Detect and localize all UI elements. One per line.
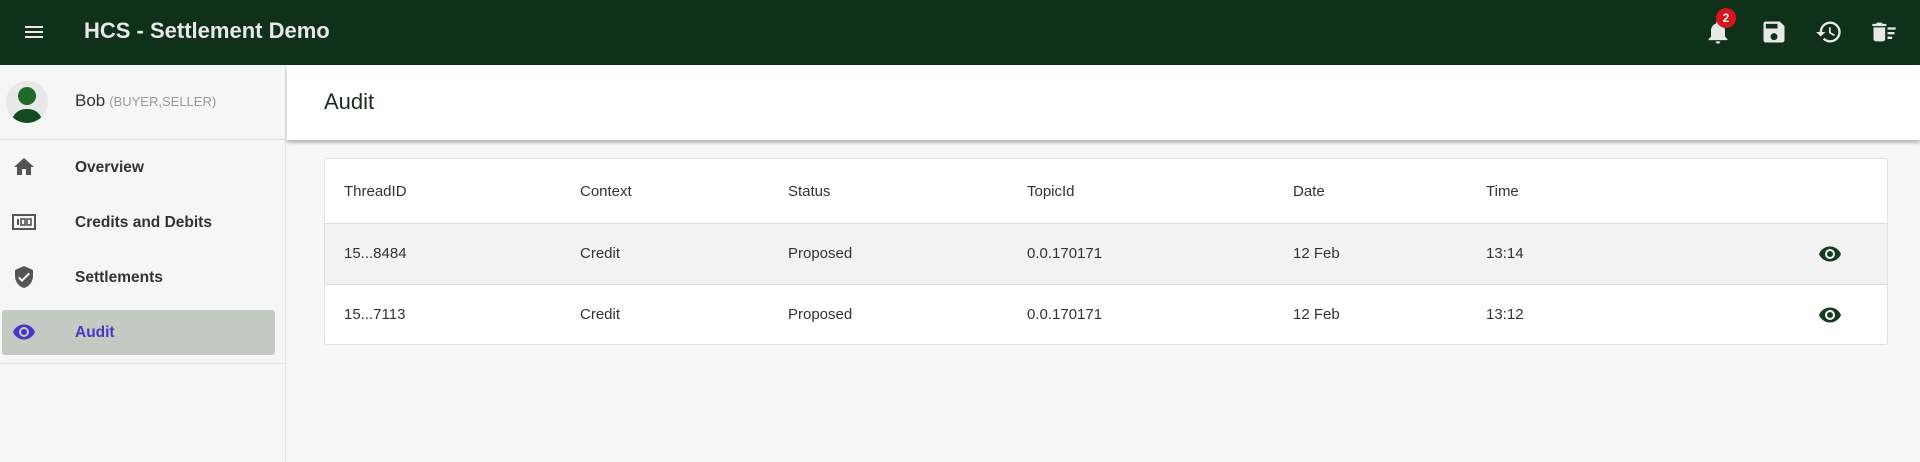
app-title: HCS - Settlement Demo — [84, 18, 330, 43]
verified-shield-icon — [15, 266, 33, 288]
table-row[interactable]: 15...7113 Credit Proposed 0.0.170171 12 … — [325, 285, 1887, 346]
cell-thread-id: 15...8484 — [344, 245, 407, 262]
sidebar-item-credits-and-debits[interactable]: Credits and Debits — [0, 195, 285, 250]
user-name-text: Bob — [75, 91, 106, 110]
save-icon[interactable] — [1760, 18, 1788, 46]
page-title: Audit — [324, 89, 375, 114]
column-header: Status — [788, 183, 831, 200]
cell-date: 12 Feb — [1293, 245, 1340, 262]
column-header: Date — [1293, 183, 1325, 200]
user-name: Bob (BUYER,SELLER) — [75, 91, 216, 111]
cell-time: 13:12 — [1486, 306, 1524, 323]
user-roles: (BUYER,SELLER) — [109, 94, 217, 109]
view-eye-icon[interactable] — [1818, 242, 1842, 266]
sidebar-item-audit[interactable]: Audit — [2, 310, 275, 355]
sidebar-item-overview[interactable]: Overview — [0, 140, 285, 195]
cell-thread-id: 15...7113 — [344, 306, 406, 323]
cell-context: Credit — [580, 306, 621, 323]
notification-badge: 2 — [1716, 8, 1736, 28]
view-eye-icon[interactable] — [1818, 303, 1842, 327]
cell-context: Credit — [580, 245, 621, 262]
eye-icon — [13, 324, 35, 340]
cell-status: Proposed — [788, 245, 853, 262]
page-header: Audit — [287, 65, 1920, 140]
sidebar-item-label: Overview — [75, 158, 144, 176]
cell-date: 12 Feb — [1293, 306, 1340, 323]
user-profile: Bob (BUYER,SELLER) — [0, 65, 285, 140]
avatar — [6, 81, 48, 123]
sidebar-divider — [0, 363, 286, 364]
sidebar-item-label: Audit — [75, 323, 115, 341]
column-header: TopicId — [1027, 183, 1075, 200]
cell-status: Proposed — [788, 306, 853, 323]
sidebar-item-label: Credits and Debits — [75, 213, 212, 231]
column-header: Time — [1486, 183, 1519, 200]
money-icon — [12, 214, 36, 230]
column-header: Context — [580, 183, 632, 200]
cell-time: 13:14 — [1486, 245, 1524, 262]
history-icon[interactable] — [1815, 18, 1843, 46]
home-icon — [14, 158, 34, 175]
cell-topic-id: 0.0.170171 — [1027, 306, 1103, 323]
table-header-row: ThreadID Context Status TopicId Date Tim… — [325, 159, 1887, 224]
cell-topic-id: 0.0.170171 — [1027, 245, 1103, 262]
column-header: ThreadID — [344, 183, 407, 200]
audit-table: ThreadID Context Status TopicId Date Tim… — [324, 158, 1888, 345]
table-row[interactable]: 15...8484 Credit Proposed 0.0.170171 12 … — [325, 224, 1887, 285]
delete-sweep-icon[interactable] — [1870, 18, 1898, 46]
app-bar: HCS - Settlement Demo 2 — [0, 0, 1920, 65]
sidebar-item-settlements[interactable]: Settlements — [0, 250, 285, 305]
sidebar: Bob (BUYER,SELLER) Overview Credits and D… — [0, 65, 286, 462]
sidebar-item-label: Settlements — [75, 268, 163, 286]
menu-icon[interactable] — [22, 20, 46, 44]
